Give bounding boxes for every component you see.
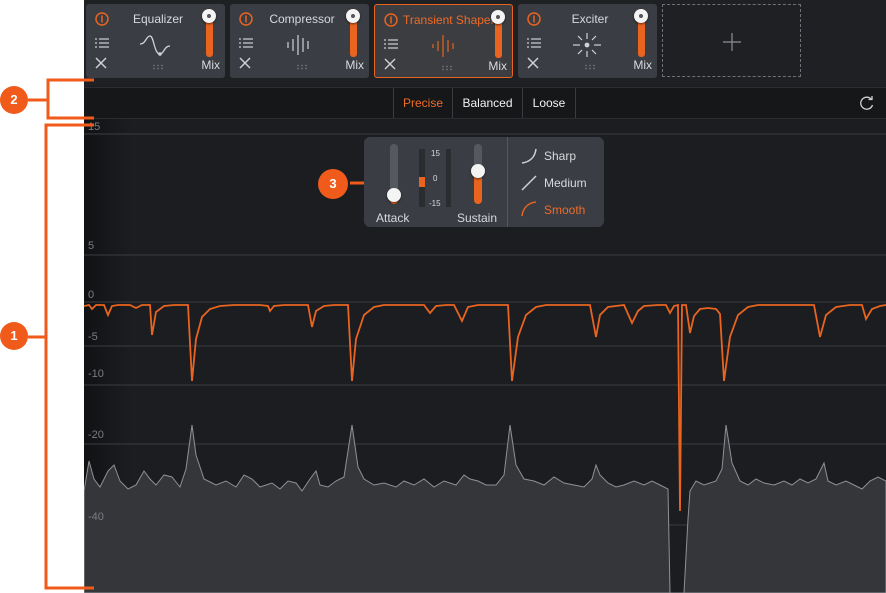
callout-lines [28, 78, 364, 590]
callout-badge: 3 [318, 169, 348, 199]
callout-badge: 1 [0, 322, 28, 350]
callout-badge: 2 [0, 86, 28, 114]
